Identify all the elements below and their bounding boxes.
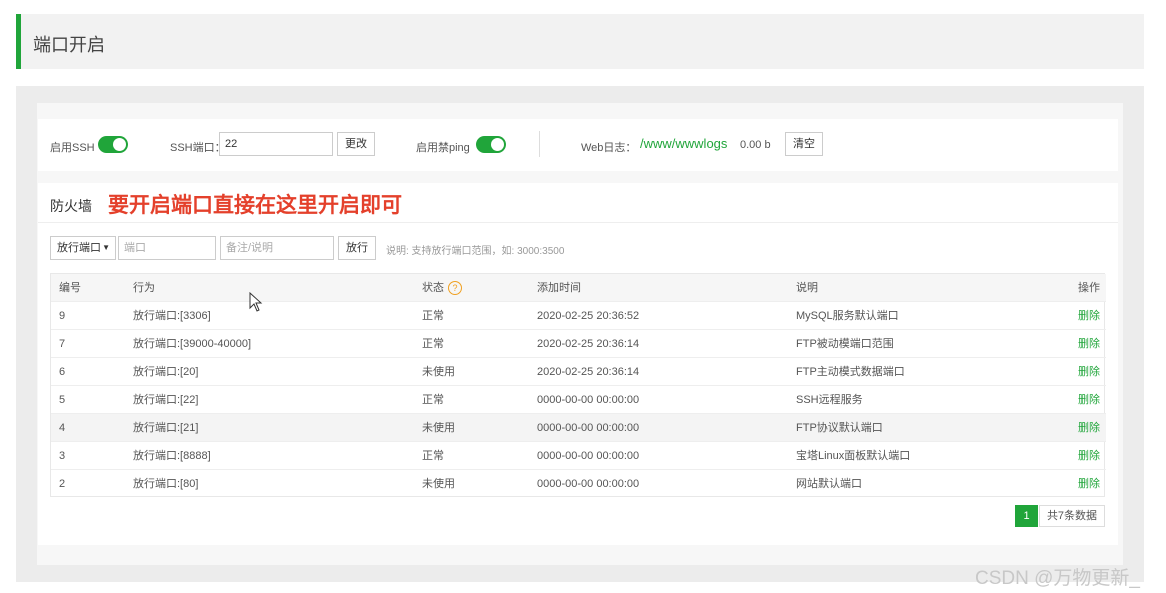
table-row: 5 放行端口:[22] 正常 0000-00-00 00:00:00 SSH远程…	[51, 386, 1106, 414]
table-row: 2 放行端口:[80] 未使用 0000-00-00 00:00:00 网站默认…	[51, 470, 1106, 498]
row-desc: FTP协议默认端口	[796, 422, 883, 434]
ping-toggle[interactable]	[476, 136, 506, 153]
allow-port-button[interactable]: 放行	[338, 236, 376, 260]
ping-toggle-label: 启用禁ping	[416, 142, 470, 154]
row-status: 正常	[422, 450, 444, 462]
port-rules-table: 编号 行为 状态? 添加时间 说明 操作 9 放行端口:[3306] 正常 20…	[50, 273, 1106, 498]
row-time: 0000-00-00 00:00:00	[537, 478, 640, 490]
annotation-hint: 要开启端口直接在这里开启即可	[108, 193, 402, 217]
chevron-down-icon: ▼	[102, 243, 110, 252]
row-desc: FTP主动模式数据端口	[796, 366, 905, 378]
web-log-label: Web日志：	[581, 142, 637, 154]
row-time: 0000-00-00 00:00:00	[537, 394, 640, 406]
help-icon[interactable]: ?	[448, 281, 462, 296]
row-desc: 网站默认端口	[796, 478, 862, 490]
header-desc: 说明	[796, 282, 818, 294]
header-status: 状态?	[422, 274, 462, 302]
row-status: 正常	[422, 338, 444, 350]
row-status: 未使用	[422, 478, 455, 490]
port-input[interactable]: 端口	[118, 236, 216, 260]
header-action: 行为	[133, 282, 155, 294]
row-action: 放行端口:[80]	[133, 478, 199, 490]
mouse-cursor-icon	[249, 292, 263, 312]
row-time: 2020-02-25 20:36:14	[537, 366, 640, 378]
row-action: 放行端口:[22]	[133, 394, 199, 406]
page-title: 端口开启	[33, 35, 105, 56]
row-action: 放行端口:[20]	[133, 366, 199, 378]
row-time: 2020-02-25 20:36:52	[537, 310, 640, 322]
firewall-divider	[38, 222, 1118, 223]
row-time: 2020-02-25 20:36:14	[537, 338, 640, 350]
row-action: 放行端口:[39000-40000]	[133, 338, 252, 350]
row-id: 7	[59, 338, 66, 350]
header-accent-bar	[16, 14, 21, 69]
table-row: 3 放行端口:[8888] 正常 0000-00-00 00:00:00 宝塔L…	[51, 442, 1106, 470]
table-row: 6 放行端口:[20] 未使用 2020-02-25 20:36:14 FTP主…	[51, 358, 1106, 386]
rule-type-value: 放行端口	[57, 242, 101, 254]
delete-link[interactable]: 删除	[1078, 414, 1100, 442]
row-action: 放行端口:[8888]	[133, 450, 211, 462]
row-id: 2	[59, 478, 66, 490]
ssh-toggle[interactable]	[98, 136, 128, 153]
clear-log-button[interactable]: 清空	[785, 132, 823, 156]
header-id: 编号	[59, 282, 81, 294]
row-status: 未使用	[422, 366, 455, 378]
row-id: 6	[59, 366, 66, 378]
header-status-label: 状态	[422, 282, 444, 294]
table-row: 9 放行端口:[3306] 正常 2020-02-25 20:36:52 MyS…	[51, 302, 1106, 330]
row-time: 0000-00-00 00:00:00	[537, 422, 640, 434]
divider	[539, 131, 540, 157]
row-status: 正常	[422, 310, 444, 322]
row-action: 放行端口:[21]	[133, 422, 199, 434]
delete-link[interactable]: 删除	[1078, 330, 1100, 358]
delete-link[interactable]: 删除	[1078, 470, 1100, 498]
row-id: 4	[59, 422, 66, 434]
delete-link[interactable]: 删除	[1078, 386, 1100, 414]
web-log-size: 0.00 b	[740, 139, 771, 151]
row-id: 5	[59, 394, 66, 406]
firewall-title: 防火墙	[50, 198, 92, 214]
watermark: CSDN @万物更新_	[975, 568, 1140, 589]
ssh-port-input[interactable]: 22	[219, 132, 333, 156]
row-desc: FTP被动模端口范围	[796, 338, 894, 350]
port-range-help: 说明: 支持放行端口范围，如: 3000:3500	[386, 246, 565, 257]
delete-link[interactable]: 删除	[1078, 358, 1100, 386]
row-action: 放行端口:[3306]	[133, 310, 211, 322]
row-desc: SSH远程服务	[796, 394, 863, 406]
row-time: 0000-00-00 00:00:00	[537, 450, 640, 462]
row-desc: 宝塔Linux面板默认端口	[796, 450, 911, 462]
row-id: 9	[59, 310, 66, 322]
delete-link[interactable]: 删除	[1078, 302, 1100, 330]
row-id: 3	[59, 450, 66, 462]
page-number-button[interactable]: 1	[1015, 505, 1038, 527]
change-port-button[interactable]: 更改	[337, 132, 375, 156]
ssh-toggle-label: 启用SSH	[50, 142, 95, 154]
row-status: 未使用	[422, 422, 455, 434]
web-log-path[interactable]: /www/wwwlogs	[640, 136, 727, 151]
table-row: 7 放行端口:[39000-40000] 正常 2020-02-25 20:36…	[51, 330, 1106, 358]
header-op: 操作	[1078, 282, 1100, 294]
table-row: 4 放行端口:[21] 未使用 0000-00-00 00:00:00 FTP协…	[51, 414, 1106, 442]
total-count: 共7条数据	[1039, 505, 1105, 527]
delete-link[interactable]: 删除	[1078, 442, 1100, 470]
row-status: 正常	[422, 394, 444, 406]
rule-type-select[interactable]: 放行端口 ▼	[50, 236, 116, 260]
ssh-port-label: SSH端口：	[170, 142, 226, 154]
row-desc: MySQL服务默认端口	[796, 310, 899, 322]
table-header-row: 编号 行为 状态? 添加时间 说明 操作	[51, 274, 1106, 302]
header-time: 添加时间	[537, 282, 581, 294]
page-header: 端口开启	[16, 14, 1144, 69]
note-input[interactable]: 备注/说明	[220, 236, 334, 260]
